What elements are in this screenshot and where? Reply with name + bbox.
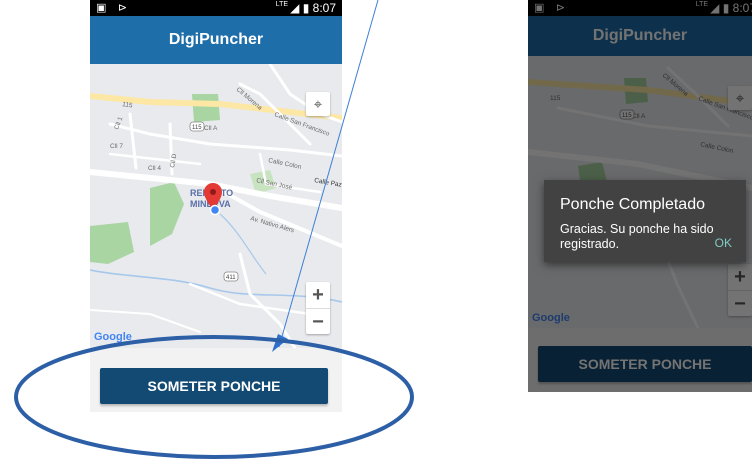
dialog-title: Ponche Completado xyxy=(560,196,705,213)
map-view[interactable]: Calle San Francisco Cll Morena Calle Col… xyxy=(90,64,342,348)
route-shield-text: 115 xyxy=(192,125,202,131)
map-label: Cll A xyxy=(204,125,218,132)
lte-indicator: LTE xyxy=(275,1,289,8)
battery-icon: ▮ xyxy=(302,1,310,15)
phone-screen-right: ▣ ⊳ LTE◢ ▮ 8:07 DigiPuncher 115 Cll More… xyxy=(528,0,752,392)
map-label: 115 xyxy=(122,101,134,109)
my-location-button[interactable]: ⌖ xyxy=(306,92,330,116)
location-pin-dot xyxy=(210,189,216,195)
google-logo: Google xyxy=(94,331,132,343)
dialog-message: Gracias. Su ponche ha sido registrado. xyxy=(560,222,714,251)
phone-screen-left: ▣ ⊳ LTE ◢ ▮ 8:07 DigiPuncher Calle San F… xyxy=(90,0,342,412)
punch-completed-dialog: Ponche Completado Gracias. Su ponche ha … xyxy=(544,180,746,262)
zoom-controls: + − xyxy=(306,282,330,334)
dialog-ok-button[interactable]: OK xyxy=(715,236,732,250)
zoom-in-button[interactable]: + xyxy=(306,282,330,309)
submit-punch-button[interactable]: SOMETER PONCHE xyxy=(100,368,328,404)
notification-icons: ▣ ⊳ xyxy=(96,1,132,14)
status-bar: ▣ ⊳ LTE◢ ▮ 8:07 xyxy=(90,0,342,16)
crosshair-icon: ⌖ xyxy=(313,95,323,113)
signal-icon: ◢ xyxy=(290,1,300,15)
current-location-dot xyxy=(209,204,221,216)
app-title: DigiPuncher xyxy=(168,31,264,48)
app-bar: DigiPuncher xyxy=(90,16,342,64)
status-right: LTE◢ ▮ 8:07 xyxy=(276,1,336,15)
park-area xyxy=(192,94,220,122)
zoom-out-button[interactable]: − xyxy=(306,309,330,335)
clock: 8:07 xyxy=(312,1,336,15)
map-label: Cll 7 xyxy=(110,143,123,150)
route-shield-text: 411 xyxy=(226,275,236,281)
map-label: Cll 4 xyxy=(148,165,161,172)
map-canvas[interactable]: Calle San Francisco Cll Morena Calle Col… xyxy=(90,64,342,348)
